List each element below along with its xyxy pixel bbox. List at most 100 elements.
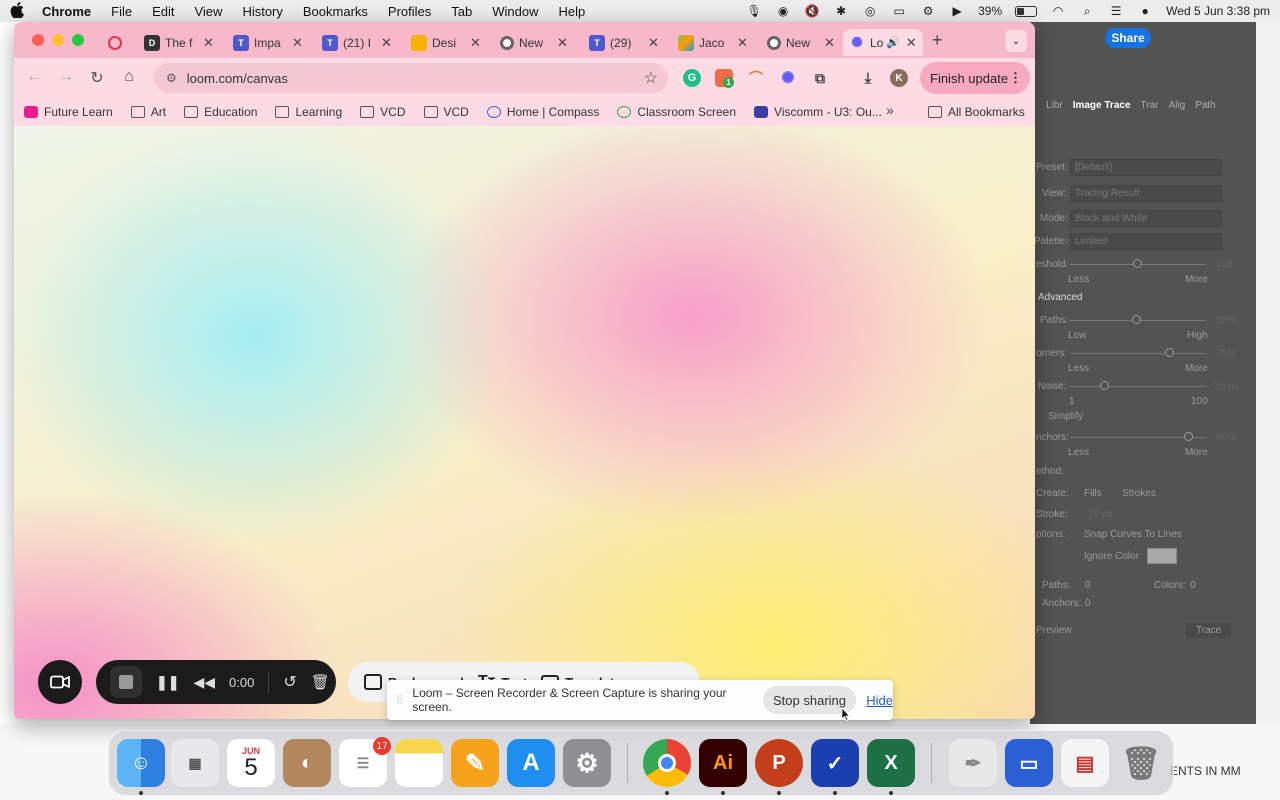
threshold-value[interactable]: 128 <box>1216 259 1233 270</box>
strokes-checkbox[interactable]: Strokes <box>1122 488 1156 499</box>
forward-button[interactable]: → <box>56 68 76 86</box>
close-icon[interactable]: ✕ <box>557 35 568 51</box>
illustrator-icon[interactable]: Ai <box>699 739 747 787</box>
close-icon[interactable]: ✕ <box>737 35 748 51</box>
anchors-slider-knob[interactable] <box>1184 432 1193 441</box>
pages-icon[interactable]: ✎ <box>451 739 499 787</box>
restart-icon[interactable]: ↺ <box>283 672 296 692</box>
paths-value[interactable]: 50% <box>1216 315 1236 326</box>
close-icon[interactable]: ✕ <box>381 35 392 51</box>
play-icon[interactable]: ▶ <box>949 4 965 18</box>
all-bookmarks-button[interactable]: All Bookmarks <box>928 98 1025 126</box>
menu-view[interactable]: View <box>194 4 222 19</box>
home-button[interactable]: ⌂ <box>119 68 139 86</box>
preview-checkbox[interactable]: Preview <box>1036 625 1072 636</box>
vpn-icon[interactable]: ✓ <box>811 739 859 787</box>
close-icon[interactable]: ✕ <box>648 35 659 51</box>
airdrop-icon[interactable]: ◎ <box>862 4 878 18</box>
noise-value[interactable]: 25 px <box>1214 381 1238 392</box>
advanced-toggle[interactable]: Advanced <box>1038 292 1082 303</box>
close-window-button[interactable] <box>32 34 44 46</box>
trace-button[interactable]: Trace <box>1186 623 1232 638</box>
corners-value[interactable]: 75% <box>1216 348 1236 359</box>
fills-checkbox[interactable]: Fills <box>1084 488 1102 499</box>
panel-tab-pathfinder[interactable]: Path <box>1195 100 1216 111</box>
calendar-icon[interactable]: JUN 5 <box>227 739 275 787</box>
wifi-icon[interactable]: ◠ <box>1050 4 1066 18</box>
more-menu-icon[interactable]: ⋮ <box>1009 70 1022 86</box>
minimize-window-button[interactable] <box>52 34 64 46</box>
simplify-checkbox[interactable]: Simplify <box>1048 411 1083 422</box>
finish-update-button[interactable]: Finish update ⋮ <box>920 62 1030 94</box>
bookmark-star-icon[interactable]: ☆ <box>644 68 658 88</box>
notes-icon[interactable] <box>395 739 443 787</box>
bluetooth-icon[interactable]: ✱ <box>833 4 849 18</box>
preset-select[interactable]: [Default] <box>1070 159 1222 176</box>
back-button[interactable]: ← <box>24 68 44 86</box>
mute-icon[interactable]: 🔇 <box>804 4 820 18</box>
tab-search-button[interactable]: ⌄ <box>1005 30 1027 52</box>
close-icon[interactable]: ✕ <box>824 35 835 51</box>
panel-tab-align[interactable]: Alig <box>1168 100 1185 111</box>
panel-tab-image-trace[interactable]: Image Trace <box>1073 100 1131 111</box>
bookmark-vcd-2[interactable]: VCD <box>423 105 469 119</box>
threshold-slider-knob[interactable] <box>1133 259 1142 268</box>
microphone-icon[interactable]: 🎙 <box>746 4 762 18</box>
tab-3[interactable]: T (21) I ✕ <box>316 29 398 56</box>
drag-handle-icon[interactable]: ⦙⦙ <box>397 693 402 708</box>
menu-help[interactable]: Help <box>559 4 586 19</box>
speaker-icon[interactable]: 🔊 <box>886 36 900 49</box>
menu-tab[interactable]: Tab <box>451 4 472 19</box>
chrome-icon[interactable] <box>643 739 691 787</box>
tab-8[interactable]: New ✕ <box>761 29 841 56</box>
panel-tab-libraries[interactable]: Libr <box>1046 100 1063 111</box>
bookmark-art[interactable]: Art <box>130 105 166 119</box>
finder-icon[interactable]: ☺ <box>117 739 165 787</box>
bookmark-vcd-1[interactable]: VCD <box>360 105 406 119</box>
anchors-value[interactable]: 80% <box>1216 432 1236 443</box>
tab-6[interactable]: T (29) ✕ <box>583 29 665 56</box>
bookmark-learning[interactable]: Learning <box>275 105 342 119</box>
menubar-clock[interactable]: Wed 5 Jun 3:38 pm <box>1166 4 1270 18</box>
ignore-color-swatch[interactable] <box>1147 548 1177 564</box>
address-bar[interactable]: ⚙ loom.com/canvas ☆ <box>154 63 668 93</box>
stroke-value[interactable]: 10 px <box>1088 509 1112 520</box>
gear-icon[interactable]: ⚙ <box>920 4 936 18</box>
tab-record[interactable] <box>102 29 133 56</box>
close-icon[interactable]: ✕ <box>292 35 303 51</box>
screen-share-warning-icon[interactable]: ◉ <box>775 4 791 18</box>
bookmark-viscomm[interactable]: Viscomm - U3: Ou... <box>754 105 882 119</box>
siri-icon[interactable]: ● <box>1137 4 1153 18</box>
tab-7[interactable]: Jaco ✕ <box>672 29 754 56</box>
menu-profiles[interactable]: Profiles <box>388 4 431 19</box>
search-icon[interactable]: ⌕ <box>1079 4 1095 18</box>
display-icon[interactable]: ▭ <box>891 4 907 18</box>
bookmark-home-compass[interactable]: Home | Compass <box>486 105 599 119</box>
tab-loom-active[interactable]: ✺ Lo 🔊 ✕ <box>843 29 923 56</box>
menu-app-name[interactable]: Chrome <box>42 4 91 19</box>
tab-1[interactable]: D The f ✕ <box>138 29 220 56</box>
arc-extension-icon[interactable]: ⌒ <box>747 69 765 87</box>
corners-slider-track[interactable] <box>1070 353 1206 354</box>
close-icon[interactable]: ✕ <box>203 35 214 51</box>
app-store-icon[interactable]: A <box>507 739 555 787</box>
profile-avatar[interactable]: K <box>890 69 908 87</box>
hide-link[interactable]: Hide <box>866 693 893 708</box>
maximize-window-button[interactable] <box>72 34 84 46</box>
site-info-icon[interactable]: ⚙ <box>166 71 177 85</box>
powerpoint-icon[interactable]: P <box>755 739 803 787</box>
noise-slider-track[interactable] <box>1070 386 1206 387</box>
close-icon[interactable]: ✕ <box>470 35 481 51</box>
menu-window[interactable]: Window <box>492 4 538 19</box>
menu-history[interactable]: History <box>242 4 282 19</box>
pause-icon[interactable]: ❚❚ <box>156 674 179 691</box>
new-tab-button[interactable]: + <box>932 30 943 51</box>
extension-icon[interactable]: 1 <box>715 69 734 88</box>
menu-file[interactable]: File <box>111 4 132 19</box>
apple-menu-icon[interactable] <box>10 1 28 21</box>
reload-button[interactable]: ↻ <box>87 68 107 88</box>
mode-select[interactable]: Black and White <box>1070 210 1222 227</box>
downloads-stack-icon[interactable]: ▤ <box>1061 739 1109 787</box>
preview-doc-icon[interactable]: ✒ <box>949 739 997 787</box>
tab-5[interactable]: New ✕ <box>494 29 574 56</box>
